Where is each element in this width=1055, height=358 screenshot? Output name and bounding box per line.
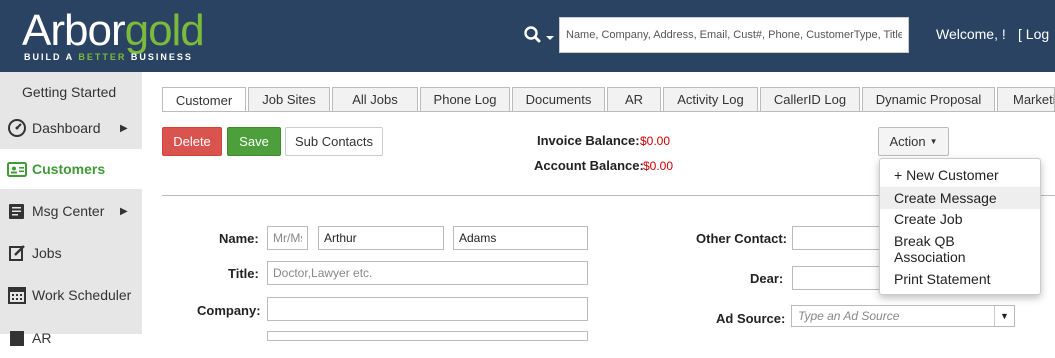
action-dropdown-button[interactable]: Action ▼	[878, 127, 949, 156]
tab-ar[interactable]: AR	[607, 87, 661, 111]
tab-marketing[interactable]: Marketi	[997, 87, 1055, 111]
logo-text-arbor: Arbor	[22, 6, 126, 55]
dear-label: Dear:	[750, 271, 784, 286]
account-balance-label: Account Balance:	[534, 158, 644, 173]
sidebar-item-label: AR	[32, 330, 52, 346]
login-link[interactable]: [ Log	[1018, 26, 1049, 42]
sidebar-item-msg-center[interactable]: Msg Center ▶	[0, 191, 142, 231]
title-input[interactable]	[267, 261, 588, 285]
calendar-icon	[8, 287, 26, 304]
caret-down-icon: ▼	[929, 137, 938, 146]
salutation-input[interactable]	[267, 226, 308, 250]
tab-activity-log[interactable]: Activity Log	[663, 87, 758, 111]
ad-source-placeholder: Type an Ad Source	[798, 309, 900, 323]
action-menu: + New Customer Create Message Create Job…	[879, 158, 1041, 295]
tab-phone-log[interactable]: Phone Log	[420, 87, 510, 111]
tab-customer[interactable]: Customer	[162, 87, 246, 112]
tab-callerid-log[interactable]: CallerID Log	[760, 87, 860, 111]
tab-job-sites[interactable]: Job Sites	[248, 87, 330, 111]
menu-item-create-job[interactable]: Create Job	[880, 211, 1040, 227]
company-input[interactable]	[267, 297, 588, 321]
ar-icon	[10, 331, 24, 346]
ad-source-label: Ad Source:	[716, 311, 786, 326]
messages-icon	[9, 204, 24, 219]
chevron-right-icon: ▶	[120, 122, 128, 134]
delete-button[interactable]: Delete	[162, 127, 222, 156]
action-button-label: Action	[889, 134, 926, 149]
tab-all-jobs[interactable]: All Jobs	[332, 87, 418, 111]
chevron-right-icon: ▶	[120, 205, 128, 217]
invoice-balance-label: Invoice Balance:	[537, 133, 640, 148]
dear-input[interactable]	[792, 266, 882, 290]
dashboard-icon	[8, 119, 26, 137]
menu-item-print-statement[interactable]: Print Statement	[880, 271, 1040, 287]
last-name-input[interactable]	[453, 226, 588, 250]
sidebar-item-label: Dashboard	[32, 120, 101, 136]
address-input[interactable]	[267, 331, 588, 341]
logo-text-gold: gold	[124, 6, 205, 55]
sidebar-item-work-scheduler[interactable]: Work Scheduler	[0, 275, 142, 315]
sidebar-item-label: Work Scheduler	[32, 287, 132, 303]
caret-down-icon[interactable]: ▼	[994, 306, 1014, 326]
welcome-text: Welcome, !	[936, 26, 1006, 42]
search-scope-button[interactable]	[522, 24, 558, 48]
sidebar-item-label: Msg Center	[32, 203, 105, 219]
sub-contacts-button[interactable]: Sub Contacts	[285, 127, 383, 156]
menu-item-break-qb-association[interactable]: Break QB Association	[880, 233, 1020, 265]
search-icon	[524, 26, 554, 43]
sidebar-item-label: Customers	[32, 161, 106, 177]
sidebar-item-customers[interactable]: Customers	[0, 149, 142, 189]
sidebar-item-label: Jobs	[32, 245, 62, 261]
save-button[interactable]: Save	[227, 127, 281, 156]
top-header: Arborgold BUILD A BETTER BUSINESS Welcom…	[0, 0, 1055, 72]
title-label: Title:	[228, 266, 259, 281]
invoice-balance-value: $0.00	[640, 134, 671, 148]
sidebar-item-label: Getting Started	[22, 84, 117, 100]
sidebar: Getting Started Dashboard ▶ Customers Ms…	[0, 72, 142, 346]
contact-card-icon	[7, 162, 27, 177]
ad-source-select[interactable]: Type an Ad Source ▼	[791, 305, 1015, 327]
other-contact-label: Other Contact:	[696, 231, 787, 246]
sidebar-item-jobs[interactable]: Jobs	[0, 233, 142, 273]
first-name-input[interactable]	[318, 226, 444, 250]
sidebar-item-getting-started[interactable]: Getting Started	[0, 72, 142, 112]
other-contact-input[interactable]	[792, 226, 882, 250]
arborgold-logo[interactable]: Arborgold BUILD A BETTER BUSINESS	[22, 8, 222, 64]
tab-divider	[162, 111, 1055, 112]
sidebar-item-dashboard[interactable]: Dashboard ▶	[0, 108, 142, 148]
menu-item-create-message[interactable]: Create Message	[880, 187, 1040, 209]
name-label: Name:	[219, 231, 259, 246]
menu-item-new-customer[interactable]: + New Customer	[880, 167, 1040, 183]
edit-icon	[9, 245, 25, 261]
global-search-input[interactable]	[559, 17, 909, 53]
tab-documents[interactable]: Documents	[512, 87, 605, 111]
sidebar-item-ar[interactable]: AR	[0, 318, 142, 358]
tab-dynamic-proposal[interactable]: Dynamic Proposal	[862, 87, 995, 111]
account-balance-value: $0.00	[643, 159, 674, 173]
company-label: Company:	[197, 303, 261, 318]
